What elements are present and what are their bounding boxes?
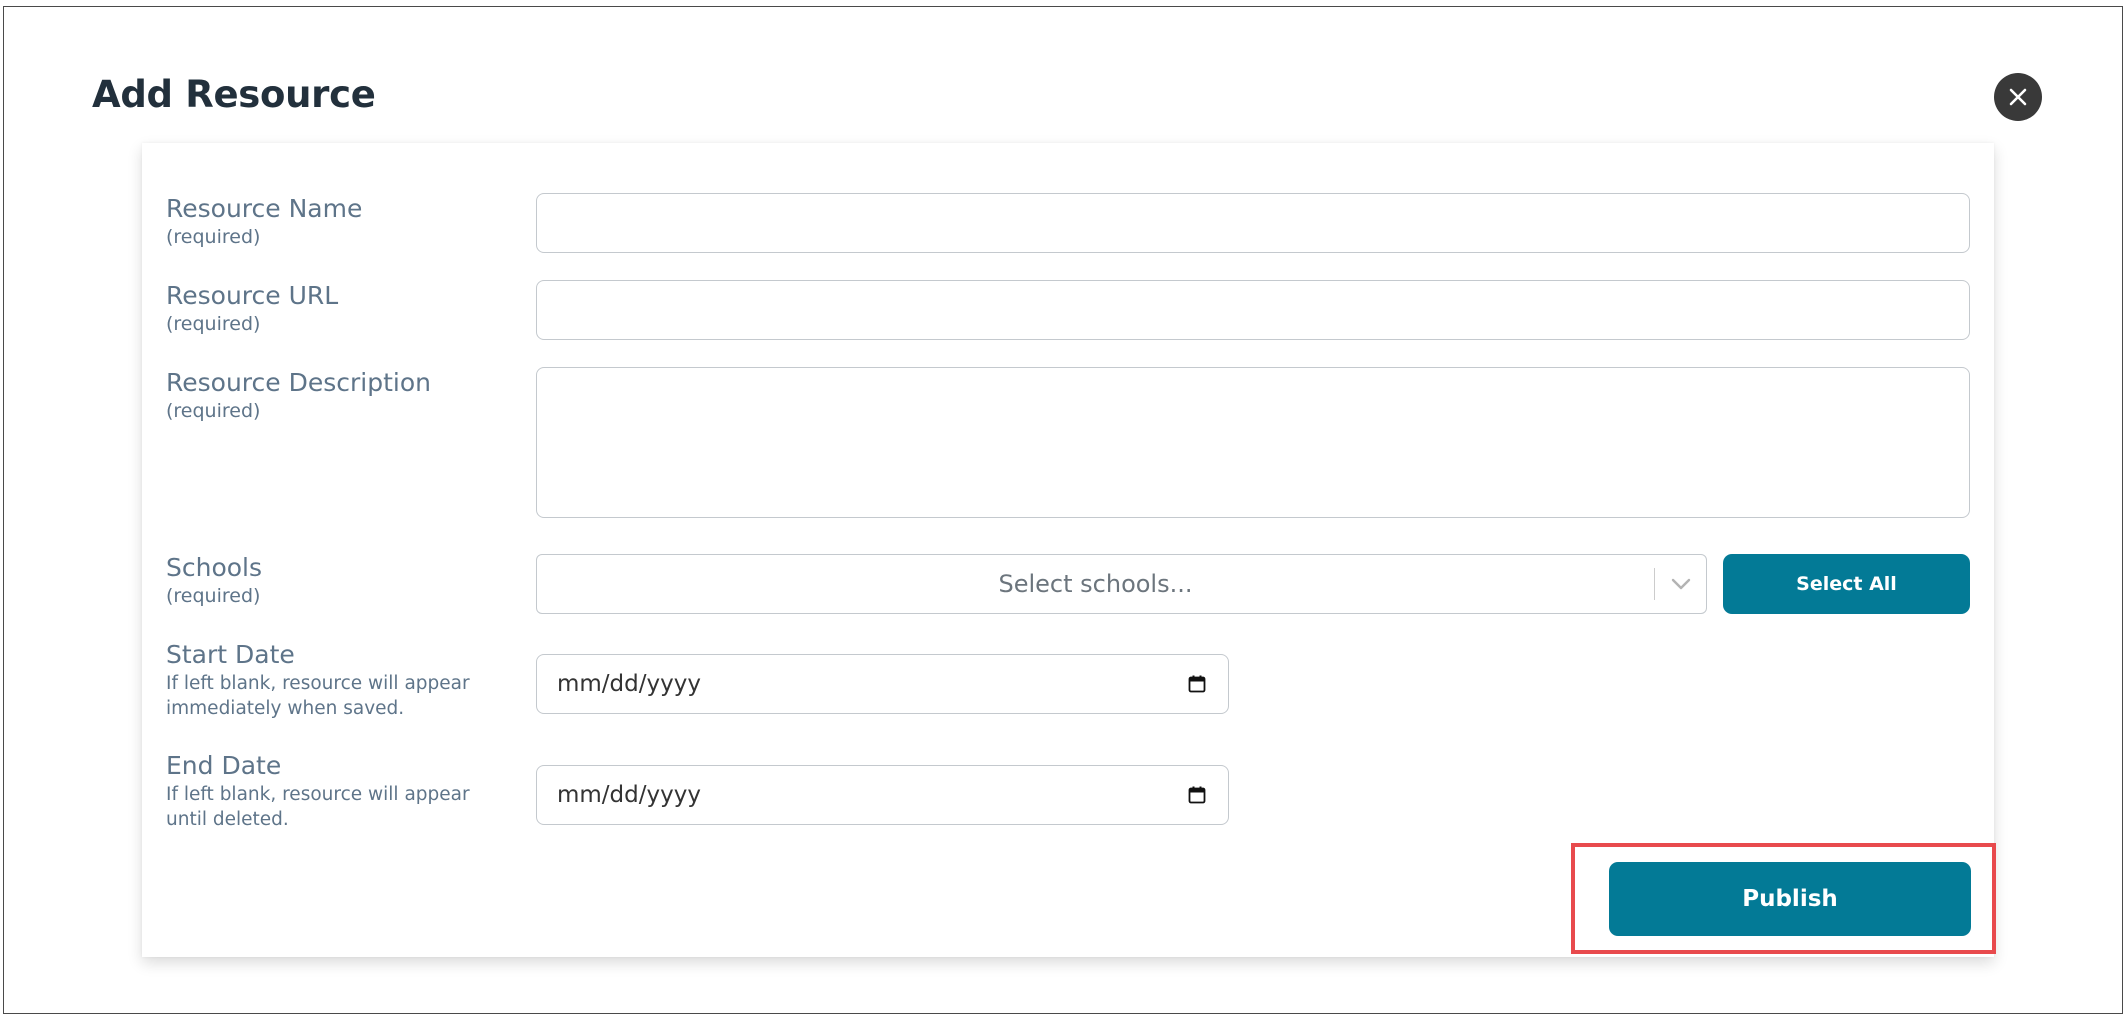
select-all-button[interactable]: Select All [1723, 554, 1970, 614]
resource-form: Resource Name (required) Resource URL (r… [142, 143, 1994, 957]
schools-label: Schools [166, 553, 263, 582]
close-icon [2009, 88, 2027, 106]
chevron-down-icon [1671, 578, 1691, 590]
schools-select-placeholder: Select schools... [998, 570, 1193, 598]
resource-url-label: Resource URL [166, 281, 339, 310]
publish-button[interactable]: Publish [1609, 862, 1971, 936]
start-date-help-line-2: immediately when saved. [166, 698, 405, 719]
resource-url-input[interactable] [536, 280, 1970, 340]
resource-description-label: Resource Description [166, 368, 431, 397]
start-date-input[interactable]: mm/dd/yyyy [536, 654, 1229, 714]
end-date-label: End Date [166, 751, 282, 780]
end-date-placeholder: mm/dd/yyyy [557, 782, 701, 808]
resource-description-textarea[interactable] [536, 367, 1970, 518]
schools-dropdown-toggle[interactable] [1655, 555, 1707, 613]
end-date-label-group: End Date If left blank, resource will ap… [166, 750, 470, 832]
resource-url-label-group: Resource URL (required) [166, 280, 338, 336]
resource-description-required-note: (required) [166, 400, 261, 422]
start-date-help-line-1: If left blank, resource will appear [166, 673, 470, 694]
end-date-help-line-2: until deleted. [166, 809, 289, 830]
start-date-label-group: Start Date If left blank, resource will … [166, 639, 470, 721]
modal-window: Add Resource Resource Name (required) Re… [3, 6, 2123, 1014]
start-date-label: Start Date [166, 640, 295, 669]
calendar-icon[interactable] [1188, 786, 1206, 804]
schools-select[interactable]: Select schools... [536, 554, 1707, 614]
modal-title: Add Resource [92, 73, 376, 116]
calendar-icon[interactable] [1188, 675, 1206, 693]
resource-name-label: Resource Name [166, 194, 363, 223]
end-date-help-line-1: If left blank, resource will appear [166, 784, 470, 805]
resource-description-label-group: Resource Description (required) [166, 367, 431, 423]
schools-label-group: Schools (required) [166, 552, 262, 608]
resource-url-required-note: (required) [166, 313, 261, 335]
resource-name-required-note: (required) [166, 226, 261, 248]
resource-name-label-group: Resource Name (required) [166, 193, 362, 249]
resource-name-input[interactable] [536, 193, 1970, 253]
schools-required-note: (required) [166, 585, 261, 607]
close-button[interactable] [1994, 73, 2042, 121]
start-date-placeholder: mm/dd/yyyy [557, 671, 701, 697]
end-date-input[interactable]: mm/dd/yyyy [536, 765, 1229, 825]
